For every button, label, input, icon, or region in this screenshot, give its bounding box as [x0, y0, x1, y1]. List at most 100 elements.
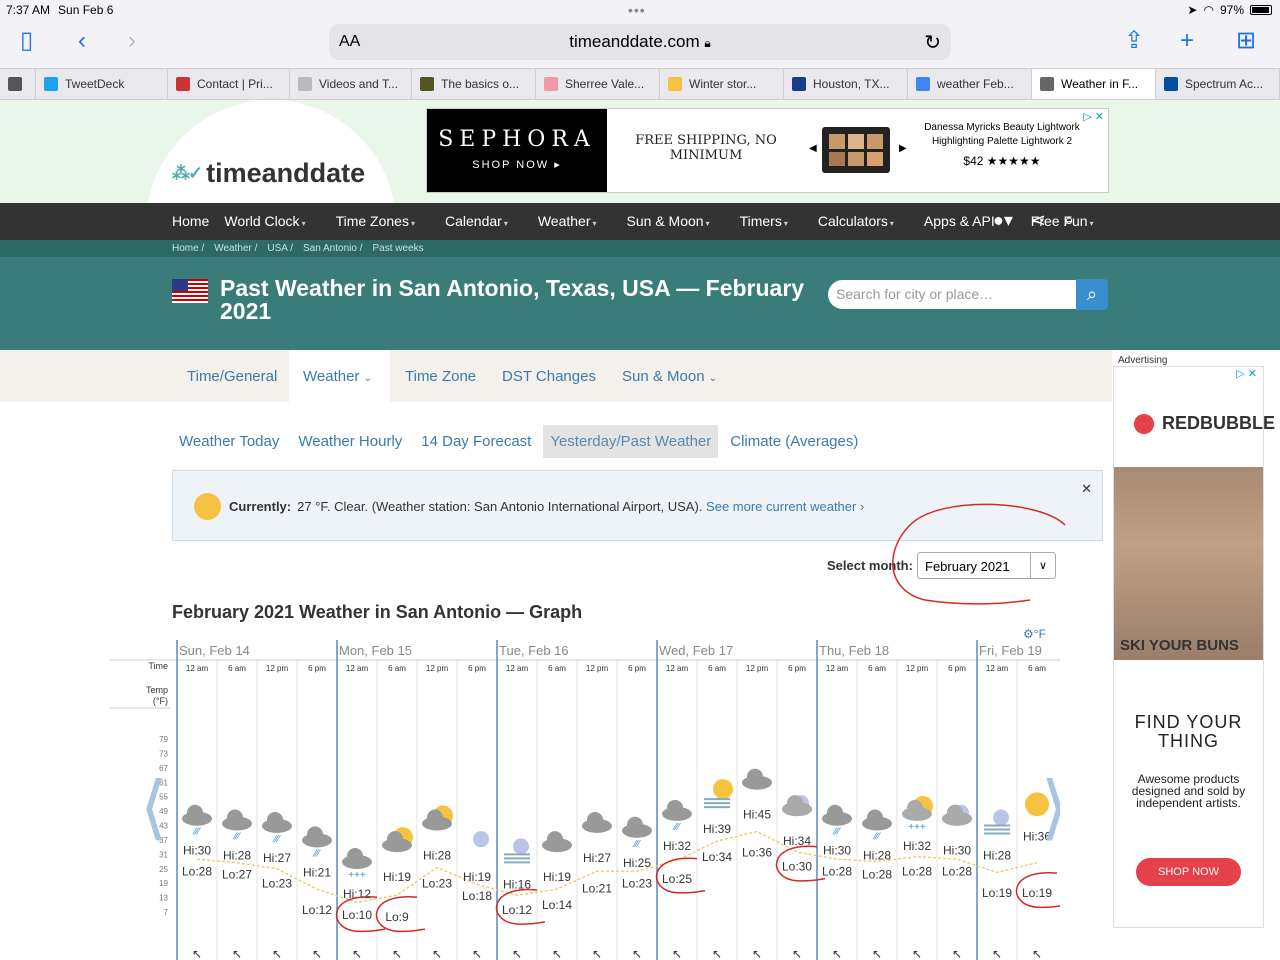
browser-tab[interactable]: Houston, TX... — [784, 69, 908, 99]
ad-prev-icon[interactable]: ◀ — [809, 143, 817, 154]
breadcrumb-item[interactable]: USA / — [267, 243, 293, 254]
ad-shop-now[interactable]: SHOP NOW ▸ — [427, 158, 607, 171]
subnav-time-general[interactable]: Time/General — [187, 368, 277, 385]
weather-graph: TimeTemp(°F)7973676155494337312519137Sun… — [110, 640, 1060, 960]
subnav-dst-changes[interactable]: DST Changes — [502, 368, 596, 385]
sun-snow-weather-icon: +++ — [902, 795, 933, 833]
chevron-down-icon: ▾ — [705, 219, 710, 228]
banner-ad[interactable]: SEPHORA SHOP NOW ▸ FREE SHIPPING, NO MIN… — [426, 108, 1109, 193]
browser-tab[interactable]: weather Feb... — [908, 69, 1032, 99]
chevron-down-icon: ⌄ — [708, 373, 718, 384]
tab-strip: TweetDeck Contact | Pri... Videos and T...… — [0, 68, 1280, 100]
row-label-time: Time — [148, 661, 168, 671]
chevron-down-icon: ⌄ — [363, 373, 372, 384]
hi-temp-label: Hi:28 — [983, 849, 1011, 863]
nav-item-time-zones[interactable]: Time Zones ▾ — [336, 213, 430, 229]
svg-text:⁄⁄⁄: ⁄⁄⁄ — [871, 832, 880, 843]
snow-weather-icon: ⁄⁄⁄ — [262, 811, 292, 845]
lo-temp-label: Lo:25 — [662, 872, 692, 886]
nav-item-calculators[interactable]: Calculators ▾ — [818, 213, 909, 229]
ad-close-icon[interactable]: ▷ ✕ — [1236, 367, 1257, 380]
side-ad[interactable]: ▷ ✕ REDBUBBLE SKI YOUR BUNS FIND YOUR TH… — [1113, 366, 1275, 928]
tab-weather-hourly[interactable]: Weather Hourly — [291, 425, 409, 458]
nav-item-sun-moon[interactable]: Sun & Moon ▾ — [627, 213, 725, 229]
chevron-down-icon: ▾ — [410, 219, 415, 228]
new-tab-icon[interactable]: + — [1180, 28, 1194, 54]
multitask-dots[interactable]: ••• — [628, 2, 646, 18]
breadcrumb-item[interactable]: Home / — [172, 243, 204, 254]
sub-nav: Time/General Weather ⌄ Time Zone DST Cha… — [0, 350, 1112, 402]
lo-temp-label: Lo:18 — [462, 889, 492, 903]
browser-tab[interactable] — [0, 69, 36, 99]
y-tick-label: 31 — [159, 850, 168, 859]
browser-tab[interactable]: Spectrum Ac... — [1156, 69, 1280, 99]
browser-tab[interactable]: Sherree Vale... — [536, 69, 660, 99]
back-icon[interactable]: ‹ — [78, 28, 86, 54]
lo-temp-label: Lo:12 — [302, 903, 332, 917]
nav-item-timers[interactable]: Timers ▾ — [740, 213, 803, 229]
moon-fog-weather-icon — [984, 809, 1010, 835]
wind-arrow-icon: ↖ — [832, 947, 842, 960]
breadcrumb-item[interactable]: San Antonio / — [303, 243, 363, 254]
tab-overview-icon[interactable]: ⊞ — [1236, 28, 1256, 54]
site-header: ⁂✓ timeanddate SEPHORA SHOP NOW ▸ FREE SH… — [0, 100, 1280, 203]
location-icon: ➤ — [1187, 3, 1198, 17]
tab-weather-today[interactable]: Weather Today — [172, 425, 286, 458]
share-icon[interactable]: ⇪ — [1124, 28, 1144, 54]
tab-climate[interactable]: Climate (Averages) — [723, 425, 865, 458]
site-logo[interactable]: ⁂✓ timeanddate — [172, 158, 365, 189]
wifi-icon: ◠ — [1203, 3, 1214, 17]
subnav-weather[interactable]: Weather ⌄ — [303, 368, 372, 385]
current-label: Currently: — [229, 499, 292, 514]
tab-label: Sherree Vale... — [565, 77, 645, 91]
page-title: Past Weather in San Antonio, Texas, USA … — [220, 275, 805, 324]
lo-temp-label: Lo:23 — [422, 877, 452, 891]
address-bar[interactable]: AA timeanddate.com 🔒︎ ↻ — [329, 24, 951, 60]
forward-icon[interactable]: › — [128, 28, 136, 54]
status-time: 7:37 AM — [6, 3, 51, 17]
nav-item-home[interactable]: Home — [172, 213, 209, 229]
breadcrumb-item[interactable]: Past weeks — [372, 243, 423, 254]
search-icon[interactable]: ⌕ — [1064, 210, 1074, 231]
moon-weather-icon — [473, 831, 489, 848]
chevron-down-icon: ▾ — [1089, 219, 1094, 228]
weather-tabs: Weather Today Weather Hourly 14 Day Fore… — [172, 425, 870, 458]
browser-tab[interactable]: Weather in F... — [1032, 69, 1156, 99]
nav-item-weather[interactable]: Weather ▾ — [538, 213, 612, 229]
browser-tab[interactable]: The basics o... — [412, 69, 536, 99]
annotation-circle — [892, 503, 1066, 605]
nav-item-world-clock[interactable]: World Clock ▾ — [224, 213, 320, 229]
account-icon[interactable]: ●▾ — [993, 210, 1013, 231]
see-more-link[interactable]: See more current weather › — [706, 499, 864, 514]
search-button[interactable]: ⌕ — [1076, 279, 1108, 310]
close-icon[interactable]: ✕ — [1081, 481, 1092, 497]
share-nodes-icon[interactable]: ⋖ — [1031, 210, 1046, 231]
subnav-sun-moon[interactable]: Sun & Moon ⌄ — [622, 368, 717, 385]
sidebar-icon[interactable]: ▯ — [20, 28, 33, 54]
time-tick-label: 6 am — [868, 664, 886, 673]
ad-close-icon[interactable]: ▷ ✕ — [1083, 110, 1104, 123]
ad-next-icon[interactable]: ▶ — [899, 143, 907, 154]
chevron-down-icon: ▾ — [889, 219, 894, 228]
ad-shop-now-button[interactable]: SHOP NOW — [1136, 858, 1241, 886]
breadcrumb-item[interactable]: Weather / — [214, 243, 257, 254]
search-input[interactable]: Search for city or place… — [828, 280, 1076, 309]
nav-item-calendar[interactable]: Calendar ▾ — [445, 213, 523, 229]
browser-tab[interactable]: Contact | Pri... — [168, 69, 290, 99]
tab-past-weather[interactable]: Yesterday/Past Weather — [543, 425, 719, 458]
tab-14-day-forecast[interactable]: 14 Day Forecast — [414, 425, 538, 458]
time-tick-label: 12 am — [826, 664, 849, 673]
time-tick-label: 12 pm — [586, 664, 609, 673]
subnav-time-zone[interactable]: Time Zone — [405, 368, 476, 385]
wind-arrow-icon: ↖ — [952, 947, 962, 960]
browser-tab[interactable]: Videos and T... — [290, 69, 412, 99]
ad-body: Awesome products designed and sold by in… — [1131, 772, 1246, 810]
lo-temp-label: Lo:36 — [742, 845, 772, 859]
browser-tab[interactable]: Winter stor... — [660, 69, 784, 99]
wind-arrow-icon: ↖ — [392, 947, 402, 960]
tab-favicon-icon — [916, 77, 930, 91]
browser-tab[interactable]: TweetDeck — [36, 69, 168, 99]
wind-arrow-icon: ↖ — [672, 947, 682, 960]
cloud-weather-icon — [582, 811, 612, 833]
reload-icon[interactable]: ↻ — [924, 30, 941, 55]
